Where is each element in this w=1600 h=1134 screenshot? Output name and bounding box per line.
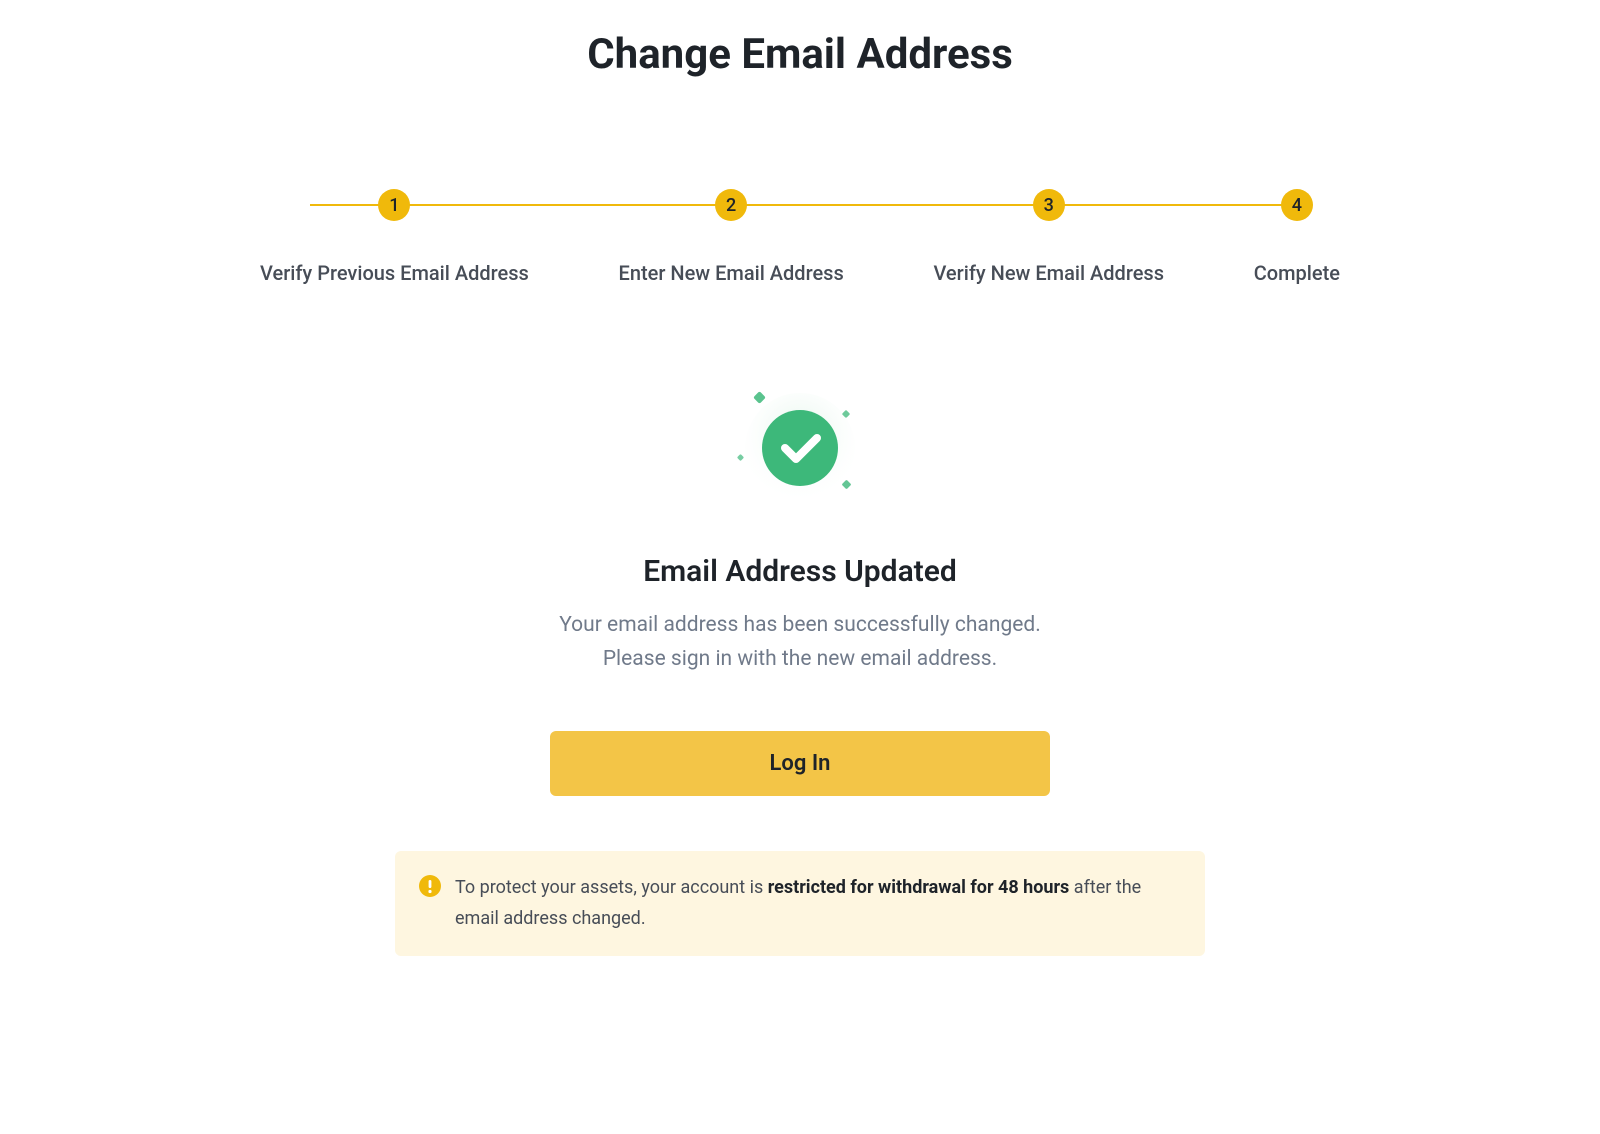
- warning-prefix: To protect your assets, your account is: [455, 877, 768, 898]
- step-4: 4 Complete: [1254, 189, 1340, 285]
- login-button[interactable]: Log In: [550, 731, 1050, 796]
- step-2-circle: 2: [715, 189, 747, 221]
- success-heading: Email Address Updated: [550, 554, 1050, 589]
- step-4-label: Complete: [1254, 261, 1340, 285]
- step-3-circle: 3: [1033, 189, 1065, 221]
- step-3-label: Verify New Email Address: [933, 261, 1164, 285]
- step-2: 2 Enter New Email Address: [619, 189, 844, 285]
- step-1-label: Verify Previous Email Address: [260, 261, 529, 285]
- step-1: 1 Verify Previous Email Address: [260, 189, 529, 285]
- step-2-label: Enter New Email Address: [619, 261, 844, 285]
- warning-icon: [419, 875, 441, 897]
- warning-text: To protect your assets, your account is …: [455, 873, 1181, 934]
- success-checkmark-icon: [735, 385, 865, 519]
- step-4-circle: 4: [1281, 189, 1313, 221]
- step-1-circle: 1: [378, 189, 410, 221]
- stepper: 1 Verify Previous Email Address 2 Enter …: [260, 189, 1340, 285]
- warning-banner: To protect your assets, your account is …: [395, 851, 1205, 956]
- success-message: Your email address has been successfully…: [550, 609, 1050, 676]
- warning-bold: restricted for withdrawal for 48 hours: [768, 877, 1070, 898]
- step-3: 3 Verify New Email Address: [933, 189, 1164, 285]
- page-title: Change Email Address: [260, 30, 1340, 79]
